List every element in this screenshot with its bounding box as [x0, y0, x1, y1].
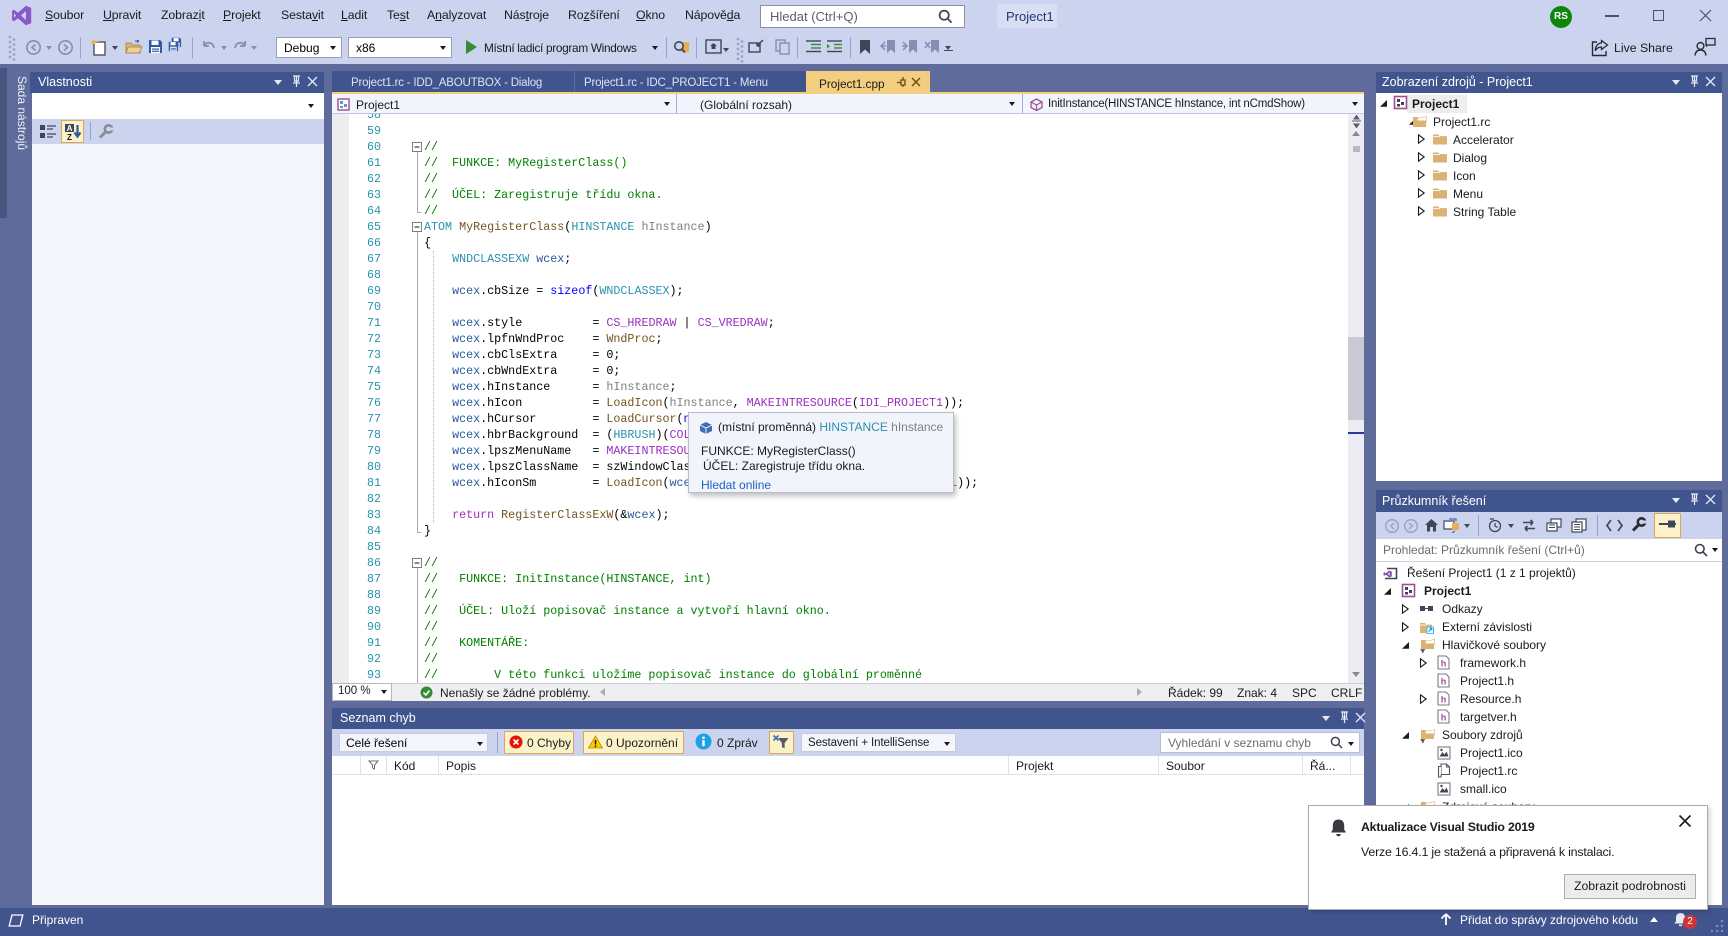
svg-text:h: h [1441, 659, 1447, 669]
svg-text:Z: Z [67, 133, 72, 140]
svg-text:h: h [1441, 695, 1447, 705]
svg-text:h: h [1441, 677, 1447, 687]
svg-text:A: A [67, 124, 73, 133]
svg-text:h: h [1441, 713, 1447, 723]
